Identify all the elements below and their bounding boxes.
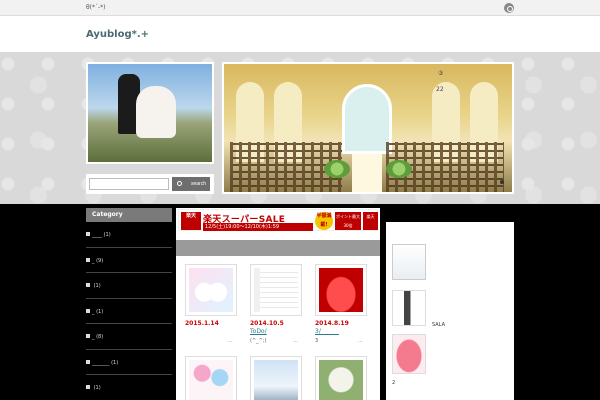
read-more-link[interactable]: ... xyxy=(228,338,233,344)
bullet-icon xyxy=(86,308,90,313)
ad-sidebar: SALA 2 xyxy=(386,208,514,400)
half-price-badge: 半額満載! xyxy=(315,212,333,230)
category-item[interactable]: (1) xyxy=(86,273,172,299)
bullet-icon xyxy=(86,283,90,287)
search-button-label: search xyxy=(190,181,206,187)
post-excerpt: (^_^;) xyxy=(250,338,267,344)
search-icon xyxy=(177,181,182,186)
post-date: 2014.10.5 xyxy=(250,320,284,327)
category-item[interactable]: _ (9) xyxy=(86,248,172,273)
slide-dot-icon[interactable] xyxy=(500,180,504,184)
couple-image xyxy=(88,64,212,162)
section-header xyxy=(176,240,380,256)
bullet-icon xyxy=(86,385,90,389)
rss-icon[interactable] xyxy=(504,3,514,13)
site-title[interactable]: Ayublog*.+ xyxy=(86,29,149,40)
post-title-link[interactable]: 3/______ xyxy=(315,328,339,335)
ad-dress-image[interactable] xyxy=(392,244,426,280)
post-date: 2015.1.14 xyxy=(185,320,219,327)
bullet-icon xyxy=(86,257,90,262)
top-bar: θ(*´-*) xyxy=(0,0,600,16)
post-thumbnail[interactable] xyxy=(250,264,302,316)
category-item[interactable]: _______ (1) xyxy=(86,350,172,375)
main-content: 楽天 楽天スーパーSALE 12/5(土)19:00〜12/10(木)1:59 … xyxy=(176,208,380,400)
site-header: Ayublog*.+ xyxy=(0,16,600,52)
hero-area: search ③ 22 xyxy=(0,52,600,204)
bullet-icon xyxy=(86,334,90,338)
slideshow[interactable]: ③ 22 xyxy=(222,62,514,194)
post-thumbnail[interactable] xyxy=(185,264,237,316)
category-sidebar: Category ____ (1) _ (9) (1) _ (1) _ (8) … xyxy=(86,208,172,400)
bullet-icon xyxy=(86,359,90,364)
profile-photo xyxy=(86,62,214,164)
post-thumbnail[interactable] xyxy=(250,356,302,400)
ad-cosmetic-image[interactable] xyxy=(392,290,426,326)
rakuten-logo-small: 楽天 xyxy=(363,212,378,230)
category-title: Category xyxy=(86,208,172,222)
post-thumbnail[interactable] xyxy=(315,356,367,400)
site-tagline: θ(*´-*) xyxy=(86,4,106,11)
ad-label: SALA xyxy=(432,322,446,328)
search-button[interactable]: search xyxy=(172,177,210,191)
category-item[interactable]: ____ (1) xyxy=(86,222,172,248)
post-date: 2014.8.19 xyxy=(315,320,349,327)
search-input[interactable] xyxy=(89,178,169,190)
points-text: ポイント最大30倍 xyxy=(335,212,361,230)
category-item[interactable]: (1) xyxy=(86,375,172,400)
search-form: search xyxy=(86,174,214,194)
chapel-image: ③ 22 xyxy=(224,64,512,192)
read-more-link[interactable]: ... xyxy=(358,338,363,344)
ad-cake-image[interactable] xyxy=(392,334,426,374)
post-title-link[interactable]: ToDo/ xyxy=(250,328,267,335)
post-excerpt: 3 xyxy=(315,338,319,344)
category-item[interactable]: _ (8) xyxy=(86,324,172,350)
rakuten-logo: 楽天 xyxy=(181,212,201,230)
slide-marker: ③ xyxy=(438,70,444,77)
read-more-link[interactable]: ... xyxy=(293,338,298,344)
rakuten-sale-banner[interactable]: 楽天 楽天スーパーSALE 12/5(土)19:00〜12/10(木)1:59 … xyxy=(178,209,378,231)
post-thumbnail[interactable] xyxy=(315,264,367,316)
sale-date: 12/5(土)19:00〜12/10(木)1:59 xyxy=(203,223,313,231)
ad-count: 2 xyxy=(392,380,396,386)
bullet-icon xyxy=(86,232,90,236)
category-item[interactable]: _ (1) xyxy=(86,299,172,324)
post-thumbnail[interactable] xyxy=(185,356,237,400)
slide-count: 22 xyxy=(436,86,444,93)
